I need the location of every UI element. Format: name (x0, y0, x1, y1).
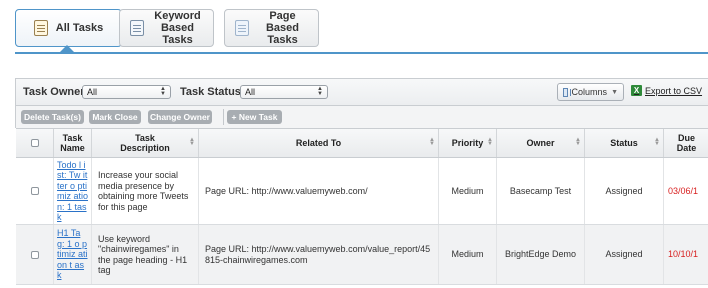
task-name-link[interactable]: Todo l ist: Tw itter o ptimiz ation: 1 t… (54, 160, 91, 223)
clipboard-icon (33, 20, 48, 36)
delete-tasks-button[interactable]: Delete Task(s) (21, 110, 84, 124)
export-csv-link[interactable]: X Export to CSV (631, 85, 702, 96)
header-priority[interactable]: Priority ▲ ▼ (439, 129, 497, 157)
task-owner-value: All (87, 87, 98, 97)
related-to-cell: Page URL: http://www.valuemyweb.com/valu… (199, 225, 439, 284)
task-status-select[interactable]: All ▲ ▼ (240, 85, 328, 99)
table-row: H1 Ta g: 1 o ptimiz ation t ask Use keyw… (16, 225, 708, 285)
tab-page-based-tasks-label: Page Based Tasks (265, 10, 300, 46)
select-all-cell (16, 129, 54, 157)
header-task-name[interactable]: Task Name (54, 129, 92, 157)
columns-button[interactable]: Columns ▼ (557, 83, 624, 101)
table-row: Todo l ist: Tw itter o ptimiz ation: 1 t… (16, 158, 708, 225)
header-priority-label: Priority (451, 138, 484, 148)
export-csv-label: Export to CSV (645, 85, 703, 96)
row-checkbox[interactable] (30, 187, 39, 195)
header-due-date-label: Due Date (676, 133, 697, 153)
task-status-label: Task Status: (180, 86, 245, 98)
sort-icon: ▲ ▼ (575, 137, 581, 147)
excel-icon: X (631, 85, 642, 96)
owner-text: Basecamp Test (509, 185, 572, 196)
header-related-to-label: Related To (295, 138, 342, 148)
due-date-text: 10/10/1 (668, 249, 699, 260)
sort-icon: ▲ ▼ (487, 137, 493, 147)
tab-keyword-based-tasks-label: Keyword Based Tasks (154, 10, 201, 46)
header-task-description[interactable]: Task Description ▲ ▼ (92, 129, 199, 157)
priority-text: Medium (451, 185, 484, 196)
page-icon (235, 20, 249, 36)
tab-keyword-based-tasks[interactable]: Keyword Based Tasks (119, 9, 214, 47)
status-text: Assigned (605, 249, 643, 260)
header-status-label: Status (610, 138, 638, 148)
task-action-bar: Delete Task(s) Mark Close Change Owner +… (15, 106, 708, 128)
related-to-text: Page URL: http://www.valuemyweb.com/ (205, 185, 368, 196)
task-description-cell: Increase your social media presence by o… (92, 158, 199, 224)
mark-close-button[interactable]: Mark Close (89, 110, 141, 124)
owner-cell: Basecamp Test (497, 158, 585, 224)
new-task-button[interactable]: + New Task (227, 110, 282, 124)
table-header-row: Task Name Task Description ▲ ▼ Related To… (16, 128, 708, 158)
owner-text: BrightEdge Demo (504, 249, 577, 260)
task-name-cell: H1 Ta g: 1 o ptimiz ation t ask (54, 225, 92, 284)
header-due-date[interactable]: Due Date (664, 129, 708, 157)
task-owner-label: Task Owner: (23, 86, 89, 98)
priority-text: Medium (451, 249, 484, 260)
tab-page-based-tasks[interactable]: Page Based Tasks (224, 9, 319, 47)
select-arrows-icon: ▲ ▼ (317, 86, 323, 97)
tabs-divider (15, 52, 708, 54)
tab-all-tasks[interactable]: All Tasks (15, 9, 122, 47)
task-view-tabs: All Tasks Keyword Based Tasks Page Based… (15, 7, 705, 51)
task-status-value: All (245, 87, 256, 97)
header-task-description-label: Task Description (120, 133, 170, 153)
task-description: Use keyword "chainwiregames" in the page… (98, 233, 188, 276)
row-checkbox[interactable] (30, 250, 39, 259)
status-cell: Assigned (585, 158, 664, 224)
select-all-checkbox[interactable] (30, 139, 39, 147)
row-select-cell (16, 158, 54, 224)
chevron-down-icon: ▼ (611, 88, 618, 96)
columns-icon (563, 87, 568, 97)
sort-icon: ▲ ▼ (654, 137, 660, 147)
status-text: Assigned (605, 185, 643, 196)
task-description: Increase your social media presence by o… (98, 170, 189, 212)
list-icon (130, 20, 144, 36)
active-tab-pointer (60, 45, 74, 52)
sort-icon: ▲ ▼ (189, 137, 195, 147)
task-description-cell: Use keyword "chainwiregames" in the page… (92, 225, 199, 284)
header-owner[interactable]: Owner ▲ ▼ (497, 129, 585, 157)
change-owner-button[interactable]: Change Owner (148, 110, 212, 124)
select-arrows-icon: ▲ ▼ (160, 86, 166, 97)
task-name-cell: Todo l ist: Tw itter o ptimiz ation: 1 t… (54, 158, 92, 224)
related-to-text: Page URL: http://www.valuemyweb.com/valu… (205, 244, 431, 265)
action-separator (223, 109, 224, 125)
header-related-to[interactable]: Related To ▲ ▼ (199, 129, 439, 157)
columns-label: Columns (571, 87, 608, 97)
sort-icon: ▲ ▼ (429, 137, 435, 147)
header-status[interactable]: Status ▲ ▼ (585, 129, 664, 157)
priority-cell: Medium (439, 158, 497, 224)
related-to-cell: Page URL: http://www.valuemyweb.com/ (199, 158, 439, 224)
due-date-cell: 10/10/1 (664, 225, 708, 284)
owner-cell: BrightEdge Demo (497, 225, 585, 284)
header-owner-label: Owner (526, 138, 555, 148)
header-task-name-label: Task Name (60, 133, 85, 153)
due-date-text: 03/06/1 (668, 185, 699, 196)
task-name-link[interactable]: H1 Ta g: 1 o ptimiz ation t ask (54, 228, 91, 281)
tab-all-tasks-label: All Tasks (55, 22, 104, 34)
row-select-cell (16, 225, 54, 284)
task-owner-select[interactable]: All ▲ ▼ (82, 85, 171, 99)
priority-cell: Medium (439, 225, 497, 284)
due-date-cell: 03/06/1 (664, 158, 708, 224)
status-cell: Assigned (585, 225, 664, 284)
filter-bar: Task Owner: All ▲ ▼ Task Status: All ▲ ▼ C… (15, 78, 708, 106)
